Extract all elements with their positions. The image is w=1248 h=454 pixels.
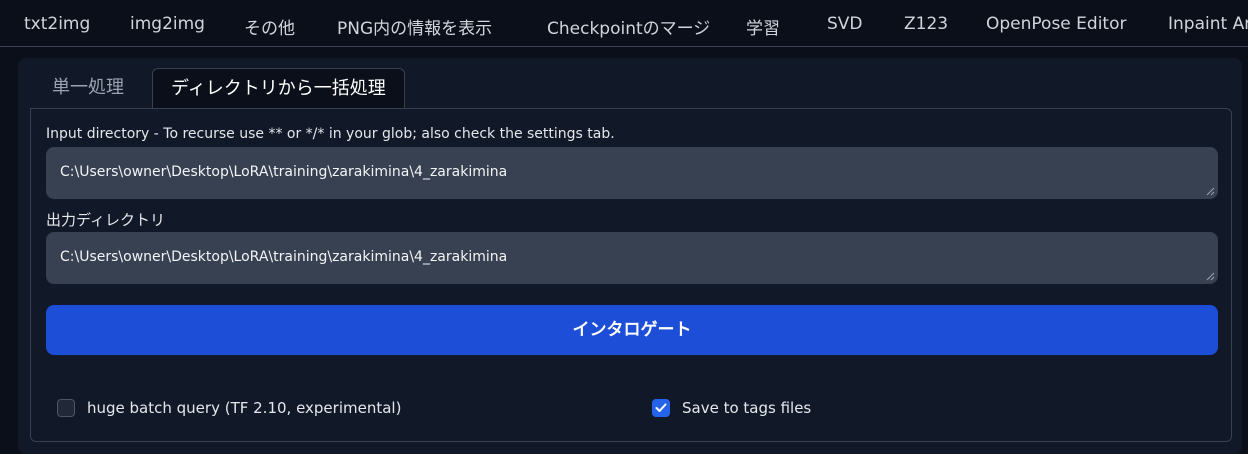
huge-batch-query-label: huge batch query (TF 2.10, experimental) — [87, 399, 402, 417]
tab-img2img[interactable]: img2img — [130, 14, 205, 34]
output-directory-value: C:\Users\owner\Desktop\LoRA\training\zar… — [60, 249, 508, 265]
tab-extras[interactable]: その他 — [244, 14, 295, 39]
huge-batch-query-option[interactable]: huge batch query (TF 2.10, experimental) — [57, 397, 401, 419]
tagger-panel: 単一処理 ディレクトリから一括処理 Input directory - To r… — [18, 58, 1242, 454]
input-directory-field[interactable]: C:\Users\owner\Desktop\LoRA\training\zar… — [46, 147, 1218, 199]
resize-grip-icon[interactable] — [1206, 272, 1215, 281]
save-to-tags-files-option[interactable]: Save to tags files — [652, 397, 811, 419]
batch-content: Input directory - To recurse use ** or *… — [30, 108, 1232, 442]
tab-png-info[interactable]: PNG内の情報を表示 — [337, 14, 492, 39]
interrogate-button[interactable]: インタロゲート — [46, 305, 1218, 355]
input-directory-value: C:\Users\owner\Desktop\LoRA\training\zar… — [60, 164, 508, 180]
tab-train[interactable]: 学習 — [746, 14, 780, 39]
tab-txt2img[interactable]: txt2img — [24, 14, 90, 34]
tab-z123[interactable]: Z123 — [904, 14, 948, 34]
tab-single-process[interactable]: 単一処理 — [52, 68, 124, 108]
output-directory-label: 出力ディレクトリ — [46, 211, 165, 229]
tab-batch-from-directory[interactable]: ディレクトリから一括処理 — [152, 68, 405, 109]
tab-checkpoint-merger[interactable]: Checkpointのマージ — [547, 14, 710, 39]
tab-openpose-editor[interactable]: OpenPose Editor — [986, 14, 1126, 34]
output-directory-field[interactable]: C:\Users\owner\Desktop\LoRA\training\zar… — [46, 232, 1218, 284]
input-directory-label: Input directory - To recurse use ** or *… — [46, 126, 615, 142]
tab-svd[interactable]: SVD — [827, 14, 863, 34]
checkmark-icon — [655, 403, 667, 412]
top-tab-bar: txt2img img2img その他 PNG内の情報を表示 Checkpoin… — [0, 0, 1248, 47]
huge-batch-query-checkbox[interactable] — [57, 399, 75, 417]
resize-grip-icon[interactable] — [1206, 187, 1215, 196]
save-to-tags-files-checkbox[interactable] — [652, 399, 670, 417]
save-to-tags-files-label: Save to tags files — [682, 399, 812, 417]
tab-inpaint-anything[interactable]: Inpaint Ar — [1168, 14, 1248, 34]
